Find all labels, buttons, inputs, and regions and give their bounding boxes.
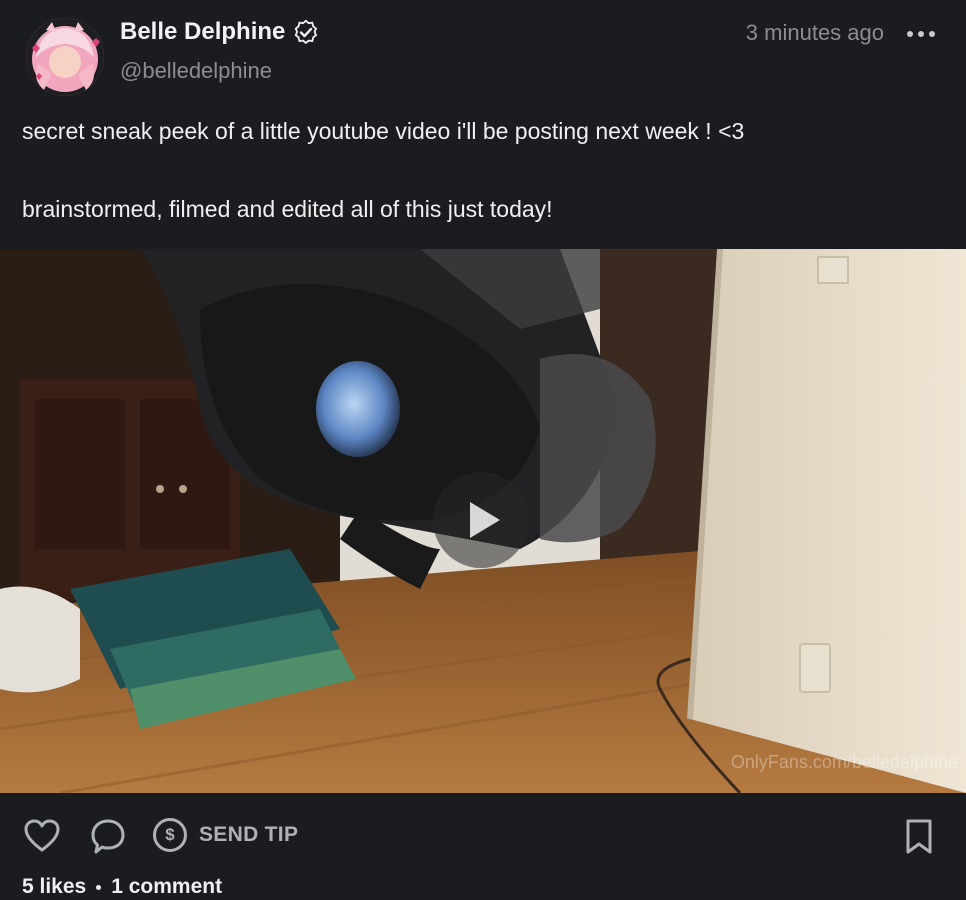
post-text-line-1: secret sneak peek of a little youtube vi… xyxy=(22,118,745,144)
comment-bubble-icon[interactable] xyxy=(88,816,128,856)
likes-count[interactable]: 5 likes xyxy=(22,875,86,899)
comments-count[interactable]: 1 comment xyxy=(111,875,222,899)
separator-dot xyxy=(96,884,102,890)
author-row: Belle Delphine xyxy=(120,18,319,46)
author-name[interactable]: Belle Delphine xyxy=(120,18,285,46)
bookmark-icon[interactable] xyxy=(902,818,936,856)
action-bar: $ SEND TIP xyxy=(0,808,966,864)
send-tip-label: SEND TIP xyxy=(199,823,299,846)
post-timestamp[interactable]: 3 minutes ago xyxy=(746,20,884,46)
post-card: Belle Delphine @belledelphine 3 minutes … xyxy=(0,0,966,900)
more-options-icon[interactable] xyxy=(906,24,936,44)
post-stats: 5 likes 1 comment xyxy=(22,875,222,899)
author-handle[interactable]: @belledelphine xyxy=(120,58,272,84)
post-text-line-2: brainstormed, filmed and edited all of t… xyxy=(22,196,553,222)
dollar-circle-icon: $ xyxy=(153,818,187,852)
verified-badge-icon xyxy=(293,19,319,45)
send-tip-button[interactable]: $ SEND TIP xyxy=(153,818,298,852)
avatar[interactable] xyxy=(26,18,104,96)
play-icon xyxy=(470,502,500,538)
watermark: OnlyFans.com/belledelphine xyxy=(730,752,958,772)
heart-icon[interactable] xyxy=(22,816,62,856)
play-button[interactable] xyxy=(433,472,529,568)
